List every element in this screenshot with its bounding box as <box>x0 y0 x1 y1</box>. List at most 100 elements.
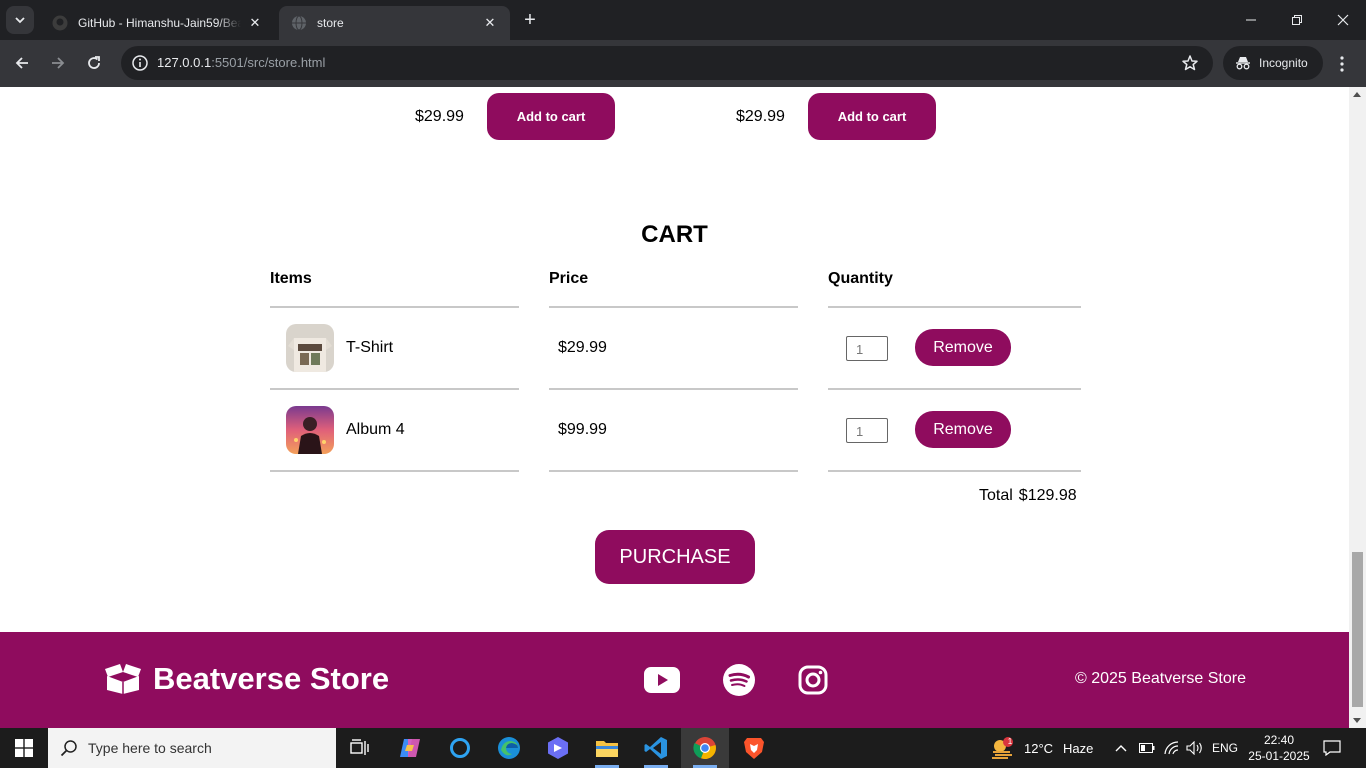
incognito-indicator[interactable]: Incognito <box>1223 46 1323 80</box>
weather-widget[interactable]: 1 12°C Haze <box>990 728 1093 768</box>
info-icon[interactable] <box>131 54 149 72</box>
browser-menu-button[interactable] <box>1332 53 1352 75</box>
globe-icon <box>292 15 306 31</box>
more-vertical-icon <box>1340 56 1344 72</box>
tab-title: store <box>317 16 344 30</box>
copilot-button[interactable] <box>386 728 434 768</box>
file-explorer-button[interactable] <box>583 728 631 768</box>
new-tab-button[interactable]: + <box>517 9 543 31</box>
quantity-input[interactable]: 1 <box>846 336 888 361</box>
copyright-text: © 2025 Beatverse Store <box>1075 670 1246 687</box>
scroll-up-arrow[interactable] <box>1353 92 1361 97</box>
cart-item-price: $99.99 <box>558 421 607 438</box>
notification-center[interactable] <box>1323 728 1341 768</box>
notification-icon <box>1323 740 1341 756</box>
network-status[interactable] <box>1164 728 1180 768</box>
battery-status[interactable] <box>1139 728 1155 768</box>
tab-search-button[interactable] <box>6 6 34 34</box>
cortana-button[interactable] <box>436 728 484 768</box>
windows-logo-icon <box>15 739 33 757</box>
reload-icon <box>88 56 100 69</box>
search-placeholder: Type here to search <box>88 740 212 756</box>
folder-icon <box>596 741 618 757</box>
weather-desc: Haze <box>1063 740 1094 756</box>
battery-icon <box>1139 743 1155 753</box>
vscode-button[interactable] <box>632 728 680 768</box>
page-scrollbar[interactable] <box>1349 87 1366 728</box>
restore-button[interactable] <box>1274 0 1320 40</box>
chevron-up-icon <box>1115 745 1127 752</box>
page-content: $29.99 Add to cart $29.99 Add to cart CA… <box>0 87 1349 728</box>
hexagon-app-icon <box>548 737 568 759</box>
vscode-icon <box>644 737 667 759</box>
tab-github[interactable]: GitHub - Himanshu-Jain59/Beatverse ✕ <box>40 6 275 40</box>
browser-toolbar: 127.0.0.1:5501/src/store.html Incognito <box>0 40 1366 87</box>
bookmark-star-icon[interactable] <box>1181 54 1199 72</box>
browser-tab-strip: GitHub - Himanshu-Jain59/Beatverse ✕ sto… <box>0 0 1366 40</box>
brave-button[interactable] <box>730 728 778 768</box>
close-window-button[interactable] <box>1320 0 1366 40</box>
forward-button[interactable] <box>45 50 71 76</box>
arrow-left-icon <box>15 57 28 69</box>
clock-time: 22:40 <box>1263 733 1295 747</box>
box-open-icon <box>105 664 141 694</box>
instagram-link[interactable] <box>795 664 831 696</box>
total-value: $129.98 <box>1018 487 1077 504</box>
remove-button[interactable]: Remove <box>915 411 1011 448</box>
address-bar[interactable]: 127.0.0.1:5501/src/store.html <box>121 46 1213 80</box>
footer-brand[interactable]: Beatverse Store <box>103 661 389 697</box>
incognito-icon <box>1236 57 1250 70</box>
scroll-down-arrow[interactable] <box>1353 718 1361 723</box>
shop-item: $29.99 Add to cart <box>415 93 615 140</box>
cart-item: Album 4 <box>286 406 405 454</box>
reload-button[interactable] <box>81 50 107 76</box>
url-text[interactable]: 127.0.0.1:5501/src/store.html <box>157 55 325 70</box>
brave-lion-icon <box>744 738 764 759</box>
spotify-link[interactable] <box>721 664 757 696</box>
language-indicator[interactable]: ENG <box>1212 728 1238 768</box>
arrow-right-icon <box>52 57 65 69</box>
youtube-link[interactable] <box>644 664 680 696</box>
tshirt-thumbnail <box>286 324 334 372</box>
add-to-cart-button[interactable]: Add to cart <box>808 93 936 140</box>
show-hidden-icons[interactable] <box>1114 728 1128 768</box>
purchase-button[interactable]: PURCHASE <box>595 530 755 584</box>
github-icon <box>52 15 68 31</box>
restore-icon <box>1292 15 1302 25</box>
incognito-label: Incognito <box>1259 56 1308 70</box>
system-clock[interactable]: 22:40 25-01-2025 <box>1248 732 1310 764</box>
quantity-input[interactable]: 1 <box>846 418 888 443</box>
minimize-button[interactable] <box>1228 0 1274 40</box>
scrollbar-thumb[interactable] <box>1352 552 1363 707</box>
close-icon <box>1337 14 1349 26</box>
tab-store[interactable]: store ✕ <box>279 6 510 40</box>
cart-row: T-Shirt $29.99 1 Remove <box>270 307 1081 389</box>
close-icon[interactable]: ✕ <box>247 15 263 31</box>
minimize-icon <box>1246 19 1256 21</box>
back-button[interactable] <box>9 50 35 76</box>
remove-button[interactable]: Remove <box>915 329 1011 366</box>
album-thumbnail <box>286 406 334 454</box>
cart-header-price: Price <box>549 270 589 287</box>
language-label: ENG <box>1212 741 1239 755</box>
cart-title: CART <box>641 221 708 248</box>
cart-item: T-Shirt <box>286 324 393 372</box>
footer-brand-name: Beatverse Store <box>153 661 390 696</box>
close-icon[interactable]: ✕ <box>482 15 498 31</box>
youtube-icon <box>644 667 680 693</box>
chrome-button[interactable] <box>681 728 729 768</box>
cart-header-quantity: Quantity <box>828 270 893 287</box>
volume-control[interactable] <box>1186 728 1204 768</box>
bing-app-button[interactable] <box>534 728 582 768</box>
cart-item-name: T-Shirt <box>346 339 394 356</box>
chrome-icon <box>693 737 716 760</box>
spotify-icon <box>723 664 755 696</box>
task-view-button[interactable] <box>336 728 384 768</box>
add-to-cart-button[interactable]: Add to cart <box>487 93 615 140</box>
edge-icon <box>498 737 520 759</box>
edge-button[interactable] <box>485 728 533 768</box>
taskbar-search[interactable]: Type here to search <box>48 728 336 768</box>
copilot-icon <box>400 739 420 757</box>
start-button[interactable] <box>0 728 48 768</box>
cart-item-name: Album 4 <box>346 421 405 438</box>
